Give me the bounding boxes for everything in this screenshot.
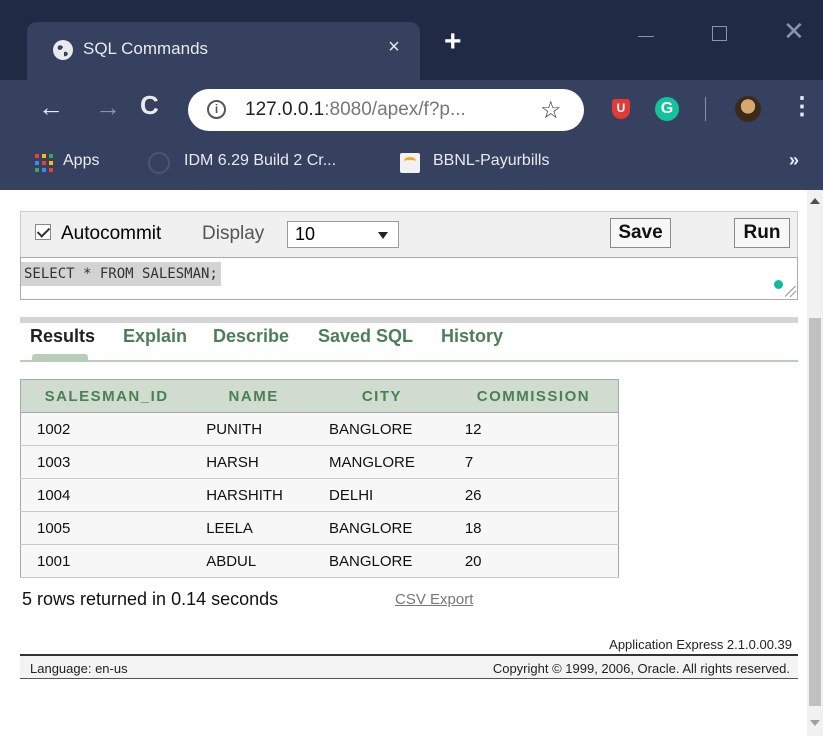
bookmark-bbnl[interactable]: BBNL-Payurbills <box>433 152 549 170</box>
cell-name: PUNITH <box>192 412 316 446</box>
url-text[interactable]: 127.0.0.1:8080/apex/f?p... <box>245 99 466 121</box>
display-label: Display <box>202 223 265 244</box>
cell-name: HARSH <box>192 445 316 479</box>
loading-ring-icon <box>148 152 170 174</box>
language-text: Language: en-us <box>30 661 128 676</box>
tab-saved-sql[interactable]: Saved SQL <box>318 326 413 347</box>
window-close-icon[interactable]: ✕ <box>783 18 805 44</box>
grammarly-status-icon[interactable] <box>774 280 783 289</box>
section-divider <box>20 317 798 323</box>
cell-city: DELHI <box>315 478 449 512</box>
table-header-row: SALESMAN_ID NAME CITY COMMISSION <box>20 379 619 413</box>
column-header-city: CITY <box>315 379 449 413</box>
cell-city: BANGLORE <box>315 544 449 578</box>
grammarly-extension-icon[interactable]: G <box>655 97 679 121</box>
page-scrollbar[interactable] <box>807 190 823 736</box>
table-row: 1002 PUNITH BANGLORE 12 <box>20 412 619 446</box>
display-select[interactable]: 10 <box>287 221 399 248</box>
url-path: :8080/apex/f?p... <box>324 99 466 120</box>
save-button[interactable]: Save <box>610 218 671 248</box>
table-row: 1004 HARSHITH DELHI 26 <box>20 478 619 512</box>
cell-city: BANGLORE <box>315 412 449 446</box>
more-bookmarks-icon[interactable]: » <box>789 150 799 171</box>
minimize-icon[interactable] <box>638 36 654 37</box>
tab-title: SQL Commands <box>83 39 209 58</box>
bookmark-star-icon[interactable]: ☆ <box>540 96 562 125</box>
shield-extension-icon[interactable]: U <box>612 99 630 119</box>
cell-name: LEELA <box>192 511 316 545</box>
cell-city: BANGLORE <box>315 511 449 545</box>
tab-history[interactable]: History <box>441 326 503 347</box>
tab-explain[interactable]: Explain <box>123 326 187 347</box>
column-header-name: NAME <box>192 379 316 413</box>
run-button[interactable]: Run <box>734 218 790 248</box>
column-header-salesman-id: SALESMAN_ID <box>20 379 193 413</box>
cell-commission: 20 <box>448 544 619 578</box>
cell-commission: 7 <box>448 445 619 479</box>
table-row: 1003 HARSH MANGLORE 7 <box>20 445 619 479</box>
apps-grid-icon[interactable] <box>35 154 53 172</box>
cell-salesman-id: 1001 <box>20 544 193 578</box>
chevron-down-icon <box>378 232 388 239</box>
scroll-thumb[interactable] <box>809 318 821 706</box>
rows-returned-text: 5 rows returned in 0.14 seconds <box>22 589 279 609</box>
globe-icon <box>53 40 73 60</box>
tabs-divider <box>20 360 798 362</box>
tab-describe[interactable]: Describe <box>213 326 289 347</box>
app-version-text: Application Express 2.1.0.00.39 <box>609 637 792 652</box>
profile-avatar[interactable] <box>735 96 761 122</box>
table-row: 1005 LEELA BANGLORE 18 <box>20 511 619 545</box>
maximize-icon[interactable] <box>712 26 727 41</box>
menu-dots-icon[interactable]: ⋮ <box>790 94 814 120</box>
browser-tab[interactable]: SQL Commands × <box>27 22 420 80</box>
cell-commission: 18 <box>448 511 619 545</box>
csv-export-link[interactable]: CSV Export <box>395 591 473 608</box>
bbnl-favicon-icon <box>400 153 420 173</box>
cell-salesman-id: 1005 <box>20 511 193 545</box>
url-host: 127.0.0.1 <box>245 99 325 120</box>
forward-arrow-icon[interactable]: → <box>95 94 121 120</box>
resize-handle-icon[interactable] <box>785 286 796 297</box>
results-table: SALESMAN_ID NAME CITY COMMISSION 1002 PU… <box>20 379 619 578</box>
browser-titlebar: SQL Commands × + ✕ <box>0 0 823 80</box>
reload-icon[interactable]: C <box>140 92 159 118</box>
cell-name: ABDUL <box>192 544 316 578</box>
bookmark-idm[interactable]: IDM 6.29 Build 2 Cr... <box>184 152 336 170</box>
scroll-up-icon[interactable] <box>810 198 820 204</box>
cell-city: MANGLORE <box>315 445 449 479</box>
address-bar[interactable]: i 127.0.0.1:8080/apex/f?p... ☆ <box>188 89 584 131</box>
column-header-commission: COMMISSION <box>448 379 619 413</box>
scroll-down-icon[interactable] <box>810 720 820 726</box>
cell-name: HARSHITH <box>192 478 316 512</box>
cell-salesman-id: 1003 <box>20 445 193 479</box>
table-row: 1001 ABDUL BANGLORE 20 <box>20 544 619 578</box>
toolbar-separator <box>705 97 706 121</box>
bookmarks-bar: Apps IDM 6.29 Build 2 Cr... BBNL-Payurbi… <box>0 138 823 190</box>
autocommit-label[interactable]: Autocommit <box>61 223 161 245</box>
page-footer: Language: en-us Copyright © 1999, 2006, … <box>20 654 798 679</box>
copyright-text: Copyright © 1999, 2006, Oracle. All righ… <box>492 661 790 676</box>
sql-text[interactable]: SELECT * FROM SALESMAN; <box>21 262 221 286</box>
info-icon[interactable]: i <box>207 100 226 119</box>
display-select-value: 10 <box>295 224 316 244</box>
close-icon[interactable]: × <box>384 36 404 59</box>
cell-commission: 12 <box>448 412 619 446</box>
sql-editor[interactable]: SELECT * FROM SALESMAN; <box>20 257 798 300</box>
new-tab-button[interactable]: + <box>444 27 462 57</box>
tab-results[interactable]: Results <box>30 326 95 347</box>
cell-commission: 26 <box>448 478 619 512</box>
browser-toolbar: ← → C i 127.0.0.1:8080/apex/f?p... ☆ U G… <box>0 80 823 138</box>
bookmark-apps[interactable]: Apps <box>63 152 99 170</box>
autocommit-checkbox[interactable] <box>35 224 51 240</box>
cell-salesman-id: 1002 <box>20 412 193 446</box>
back-arrow-icon[interactable]: ← <box>38 94 64 120</box>
cell-salesman-id: 1004 <box>20 478 193 512</box>
command-toolbar: Autocommit Display 10 Save Run <box>20 211 798 257</box>
